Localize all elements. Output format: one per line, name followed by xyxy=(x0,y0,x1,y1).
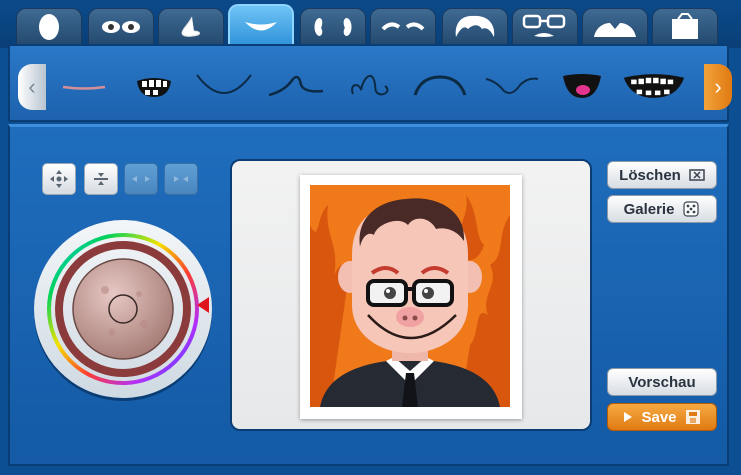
scroll-right-button[interactable]: › xyxy=(704,64,732,110)
color-wheel xyxy=(47,233,199,385)
scroll-left-button[interactable]: ‹ xyxy=(18,64,46,110)
ears-icon xyxy=(314,18,352,36)
compress-tool-button[interactable] xyxy=(84,163,118,195)
color-dial-marker xyxy=(197,297,209,313)
play-icon xyxy=(624,412,633,422)
spread-arrows-icon xyxy=(132,176,150,182)
disk-icon xyxy=(685,410,700,424)
preview-label: Vorschau xyxy=(628,373,696,391)
mouth-mustache-curve-icon xyxy=(268,75,324,97)
part-option[interactable] xyxy=(122,64,186,108)
eyes-icon xyxy=(102,21,140,33)
part-option[interactable] xyxy=(52,64,116,108)
chevron-left-icon: ‹ xyxy=(28,74,36,99)
color-dial[interactable] xyxy=(34,220,212,398)
hair-icon xyxy=(455,15,495,37)
mouth-grin-teeth-icon xyxy=(623,74,685,98)
move-arrows-icon xyxy=(50,170,68,188)
narrow-tool-button[interactable] xyxy=(164,163,198,195)
mouth-smile-curve-icon xyxy=(196,74,252,94)
avatar-face-image xyxy=(310,185,510,407)
mouth-teeth-icon xyxy=(137,78,171,97)
eyebrows-icon xyxy=(381,22,425,31)
part-option[interactable] xyxy=(622,64,686,108)
part-option[interactable] xyxy=(336,64,400,108)
portrait-frame xyxy=(300,175,522,419)
part-picker-strip: ‹ › xyxy=(8,44,732,122)
tab-clothes[interactable] xyxy=(582,8,648,46)
chevron-right-icon: › xyxy=(714,74,722,99)
glasses-mustache-icon xyxy=(522,14,566,37)
part-option[interactable] xyxy=(550,64,614,108)
clothes-icon xyxy=(594,23,636,37)
save-button[interactable]: Save xyxy=(607,403,717,431)
save-label: Save xyxy=(641,408,677,426)
editor-panel: Löschen Galerie Vorschau Save xyxy=(8,124,729,466)
mouth-nose-swirl-icon xyxy=(351,74,389,96)
preview-button[interactable]: Vorschau xyxy=(607,368,717,396)
gallery-label: Galerie xyxy=(623,200,675,218)
delete-box-icon xyxy=(689,169,705,181)
mouth-line-icon xyxy=(62,85,106,90)
mouth-frown-icon xyxy=(413,75,467,96)
mouth-tongue-icon xyxy=(563,74,601,98)
narrow-arrows-icon xyxy=(174,176,188,182)
part-option[interactable] xyxy=(192,64,256,108)
spread-tool-button[interactable] xyxy=(124,163,158,195)
tab-background[interactable] xyxy=(652,8,718,46)
mouth-wave-icon xyxy=(485,77,539,94)
background-icon xyxy=(672,13,698,39)
tab-eyes[interactable] xyxy=(88,8,154,46)
delete-button[interactable]: Löschen xyxy=(607,161,717,189)
tab-mouth[interactable] xyxy=(228,4,294,48)
portrait-canvas[interactable] xyxy=(310,185,510,407)
tab-head[interactable] xyxy=(16,8,82,46)
head-shape-icon xyxy=(39,14,59,40)
nose-icon xyxy=(181,16,201,37)
compress-arrows-icon xyxy=(94,173,108,185)
preview-stage xyxy=(230,159,592,431)
move-tool-button[interactable] xyxy=(42,163,76,195)
mouth-icon xyxy=(245,22,277,31)
part-option[interactable] xyxy=(264,64,328,108)
part-option[interactable] xyxy=(480,64,544,108)
part-option[interactable] xyxy=(408,64,472,108)
tab-hair[interactable] xyxy=(442,8,508,46)
dice-icon xyxy=(683,201,700,217)
tab-nose[interactable] xyxy=(158,8,224,46)
gallery-button[interactable]: Galerie xyxy=(607,195,717,223)
category-tab-bar xyxy=(0,0,741,48)
tab-accessories[interactable] xyxy=(512,8,578,46)
delete-label: Löschen xyxy=(619,166,681,184)
tab-ears[interactable] xyxy=(300,8,366,46)
tab-eyebrows[interactable] xyxy=(370,8,436,46)
